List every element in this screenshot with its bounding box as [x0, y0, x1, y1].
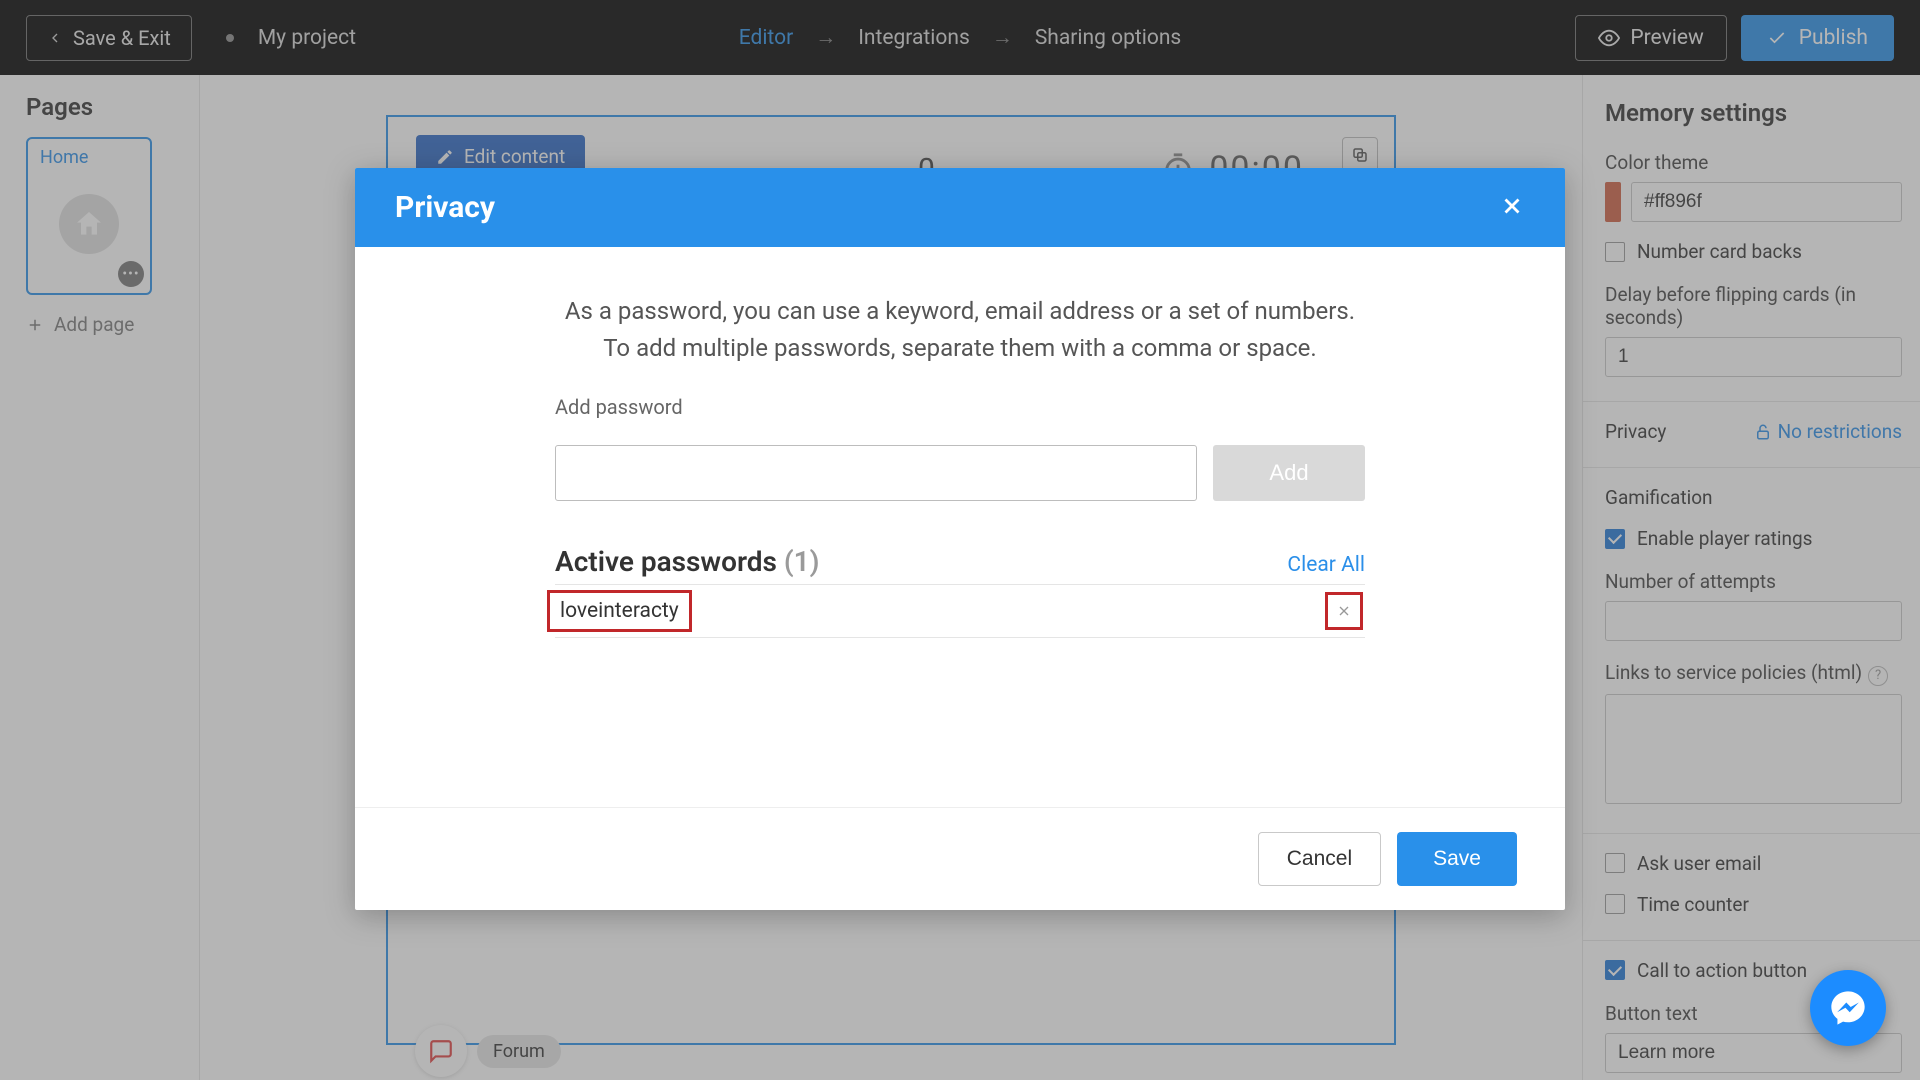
modal-body: As a password, you can use a keyword, em… — [355, 247, 1565, 807]
modal-close-button[interactable] — [1499, 193, 1525, 223]
modal-hint: As a password, you can use a keyword, em… — [555, 293, 1365, 367]
close-icon — [1336, 603, 1352, 619]
modal-header: Privacy — [355, 168, 1565, 247]
close-icon — [1499, 193, 1525, 219]
messenger-fab[interactable] — [1810, 970, 1886, 1046]
add-password-button[interactable]: Add — [1213, 445, 1365, 501]
active-passwords-title: Active passwords (1) — [555, 545, 819, 578]
save-button[interactable]: Save — [1397, 832, 1517, 886]
password-chip: loveinteracty — [547, 590, 692, 632]
add-password-input[interactable] — [555, 445, 1197, 501]
active-passwords-count: (1) — [784, 545, 820, 578]
password-row: loveinteracty — [555, 584, 1365, 638]
messenger-icon — [1828, 988, 1868, 1028]
modal-title: Privacy — [395, 190, 495, 225]
cancel-button[interactable]: Cancel — [1258, 832, 1381, 886]
privacy-modal: Privacy As a password, you can use a key… — [355, 168, 1565, 910]
clear-all-button[interactable]: Clear All — [1287, 553, 1365, 577]
modal-hint-line1: As a password, you can use a keyword, em… — [555, 293, 1365, 330]
password-delete-button[interactable] — [1325, 592, 1363, 630]
modal-footer: Cancel Save — [355, 807, 1565, 910]
add-password-label: Add password — [555, 395, 1365, 419]
modal-hint-line2: To add multiple passwords, separate them… — [555, 330, 1365, 367]
modal-overlay[interactable]: Privacy As a password, you can use a key… — [0, 0, 1920, 1080]
